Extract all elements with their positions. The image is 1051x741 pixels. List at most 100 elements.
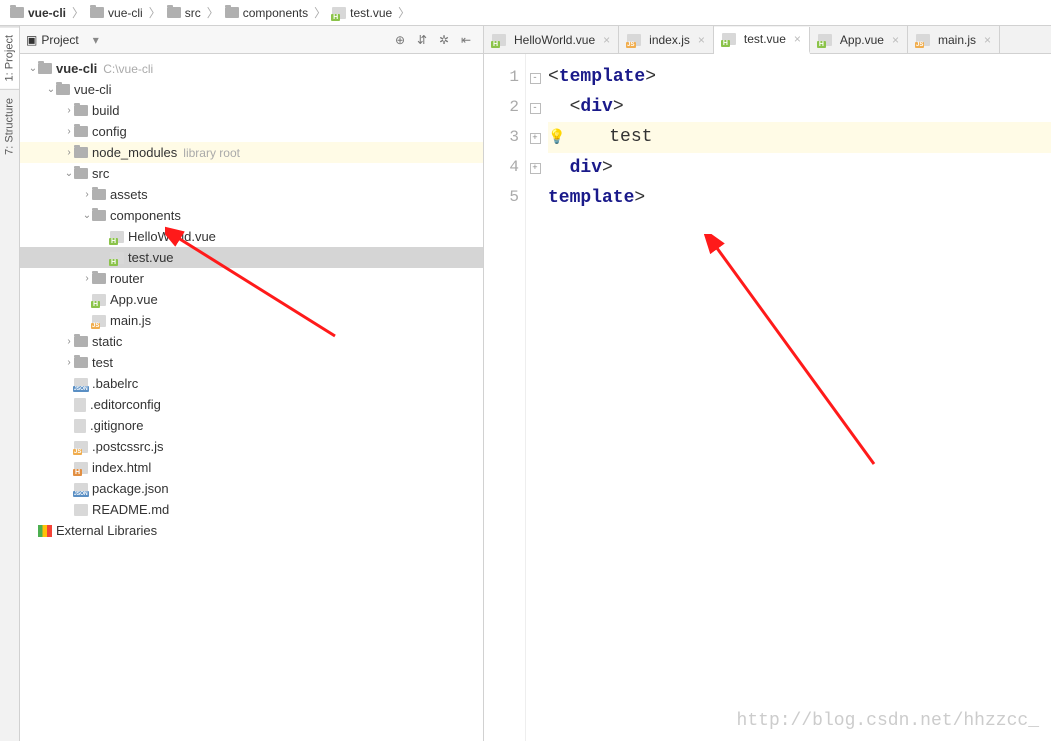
tree-row[interactable]: test.vue (20, 247, 483, 268)
editor-tab[interactable]: App.vue × (810, 26, 908, 53)
line-number: 2 (484, 92, 519, 122)
tree-arrow-icon[interactable]: › (64, 336, 74, 347)
breadcrumb-item[interactable]: vue-cli (86, 6, 147, 20)
close-icon[interactable]: × (892, 33, 899, 47)
tree-label: test (92, 355, 113, 370)
tree-arrow-icon[interactable]: ⌄ (64, 168, 74, 179)
breadcrumb-item[interactable]: vue-cli (6, 6, 70, 20)
folder-icon (74, 105, 88, 116)
close-icon[interactable]: × (794, 32, 801, 46)
tree-row[interactable]: ⌄ vue-cli C:\vue-cli (20, 58, 483, 79)
breadcrumb-item[interactable]: test.vue (328, 6, 396, 20)
editor-body[interactable]: 12345 --++ <template> <div>💡 test div>te… (484, 54, 1051, 741)
js-icon (92, 315, 106, 327)
tree-label: External Libraries (56, 523, 157, 538)
tree-arrow-icon[interactable]: › (64, 126, 74, 137)
project-title[interactable]: Project (41, 33, 78, 47)
tree-label: test.vue (128, 250, 174, 265)
tree-label: index.html (92, 460, 151, 475)
fold-marker[interactable]: + (526, 122, 544, 152)
line-gutter: 12345 (484, 54, 526, 741)
json-icon (74, 378, 88, 390)
tree-row[interactable]: ⌄ vue-cli (20, 79, 483, 100)
code-line[interactable]: div> (548, 153, 1051, 183)
close-icon[interactable]: × (984, 33, 991, 47)
breadcrumb-sep: 〉 (149, 4, 161, 21)
breadcrumb-label: vue-cli (108, 6, 143, 20)
gear-icon[interactable]: ✲ (433, 29, 455, 51)
tree-label: static (92, 334, 122, 349)
tree-arrow-icon[interactable]: ⌄ (82, 210, 92, 221)
tree-row[interactable]: index.html (20, 457, 483, 478)
tree-arrow-icon[interactable]: › (82, 273, 92, 284)
html-icon (74, 462, 88, 474)
tree-row[interactable]: .babelrc (20, 373, 483, 394)
tree-row[interactable]: › static (20, 331, 483, 352)
tree-row[interactable]: .editorconfig (20, 394, 483, 415)
tree-row[interactable]: App.vue (20, 289, 483, 310)
fold-gutter[interactable]: --++ (526, 54, 544, 741)
tree-arrow-icon[interactable]: ⌄ (46, 84, 56, 95)
fold-marker[interactable]: - (526, 92, 544, 122)
close-icon[interactable]: × (603, 33, 610, 47)
tree-arrow-icon[interactable]: ⌄ (28, 63, 38, 74)
tree-row[interactable]: ⌄ components (20, 205, 483, 226)
code-line[interactable]: template> (548, 183, 1051, 213)
project-view-icon: ▣ (26, 33, 37, 47)
tree-row[interactable]: README.md (20, 499, 483, 520)
tree-arrow-icon[interactable]: › (64, 147, 74, 158)
tree-row[interactable]: package.json (20, 478, 483, 499)
editor-tab[interactable]: HelloWorld.vue × (484, 26, 619, 53)
breadcrumb-item[interactable]: components (221, 6, 312, 20)
locate-icon[interactable]: ⊕ (389, 29, 411, 51)
folder-icon (74, 126, 88, 137)
chevron-down-icon[interactable]: ▾ (93, 33, 99, 47)
line-number: 1 (484, 62, 519, 92)
tab-label: HelloWorld.vue (514, 33, 595, 47)
tree-row[interactable]: main.js (20, 310, 483, 331)
sidetab-structure[interactable]: 7: Structure (0, 89, 19, 163)
fold-marker[interactable]: + (526, 152, 544, 182)
tree-row[interactable]: External Libraries (20, 520, 483, 541)
code-line[interactable]: 💡 test (548, 122, 1051, 153)
js-icon (916, 34, 930, 46)
tree-row[interactable]: .postcssrc.js (20, 436, 483, 457)
tree-arrow-icon[interactable]: › (64, 357, 74, 368)
tree-row[interactable]: › node_modules library root (20, 142, 483, 163)
tree-row[interactable]: ⌄ src (20, 163, 483, 184)
folder-icon (167, 7, 181, 18)
tree-arrow-icon[interactable]: › (82, 189, 92, 200)
breadcrumb-label: test.vue (350, 6, 392, 20)
vue-icon (818, 34, 832, 46)
fold-marker[interactable]: - (526, 62, 544, 92)
tree-row[interactable]: › test (20, 352, 483, 373)
hide-icon[interactable]: ⇤ (455, 29, 477, 51)
editor-tab[interactable]: main.js × (908, 26, 1000, 53)
folder-icon (92, 189, 106, 200)
tree-row[interactable]: HelloWorld.vue (20, 226, 483, 247)
tree-row[interactable]: › assets (20, 184, 483, 205)
editor-tab[interactable]: index.js × (619, 26, 714, 53)
code-line[interactable]: <div> (548, 92, 1051, 122)
folder-icon (90, 7, 104, 18)
md-icon (74, 504, 88, 516)
code-line[interactable]: <template> (548, 62, 1051, 92)
js-icon (627, 34, 641, 46)
intention-bulb-icon[interactable]: 💡 (548, 123, 566, 153)
project-tree[interactable]: ⌄ vue-cli C:\vue-cli ⌄ vue-cli › build ›… (20, 54, 483, 741)
sidetab-project[interactable]: 1: Project (0, 26, 19, 89)
code-content[interactable]: <template> <div>💡 test div>template> (544, 54, 1051, 741)
tree-arrow-icon[interactable]: › (64, 105, 74, 116)
tree-row[interactable]: › config (20, 121, 483, 142)
tree-row[interactable]: › build (20, 100, 483, 121)
tree-label: package.json (92, 481, 169, 496)
close-icon[interactable]: × (698, 33, 705, 47)
tree-row[interactable]: › router (20, 268, 483, 289)
breadcrumb-item[interactable]: src (163, 6, 205, 20)
breadcrumb-sep: 〉 (207, 4, 219, 21)
folder-icon (74, 336, 88, 347)
project-header: ▣ Project ▾ ⊕ ⇵ ✲ ⇤ (20, 26, 483, 54)
editor-tab[interactable]: test.vue × (714, 27, 810, 54)
tree-row[interactable]: .gitignore (20, 415, 483, 436)
collapse-all-icon[interactable]: ⇵ (411, 29, 433, 51)
